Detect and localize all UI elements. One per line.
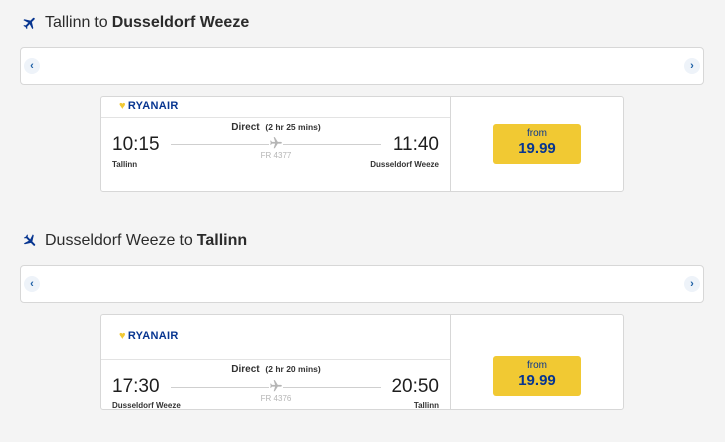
flight-duration: (2 hr 25 mins): [265, 122, 321, 132]
outbound-date-carousel: ‹ ›: [20, 47, 704, 85]
stops-label: Direct: [231, 364, 260, 375]
harp-icon: ♥: [119, 100, 126, 112]
outbound-airline-row: ♥ RYANAIR: [101, 97, 450, 118]
price-amount: 19.99: [518, 140, 556, 157]
flight-number: FR 4376: [260, 394, 292, 403]
outbound-prev-date-button[interactable]: ‹: [24, 58, 40, 74]
outbound-connector: to: [94, 14, 108, 31]
airline-logo: ♥ RYANAIR: [119, 100, 179, 112]
outbound-heading: Tallinn to Dusseldorf Weeze: [22, 12, 249, 34]
inbound-flight-card[interactable]: ♥ RYANAIR Direct (2 hr 20 mins) 17:30 Du…: [100, 314, 624, 410]
airplane-icon: [269, 136, 283, 150]
airline-name: RYANAIR: [127, 330, 179, 342]
outbound-destination: Dusseldorf Weeze: [111, 14, 250, 31]
arrival-city: Dusseldorf Weeze: [370, 160, 439, 169]
outbound-next-date-button[interactable]: ›: [684, 58, 700, 74]
arrival-time: 20:50: [391, 376, 439, 397]
arrival-city: Tallinn: [413, 401, 439, 410]
stops-label: Direct: [231, 122, 260, 133]
inbound-heading: Dusseldorf Weeze to Tallinn: [22, 230, 247, 252]
inbound-flight-details: ♥ RYANAIR Direct (2 hr 20 mins) 17:30 Du…: [101, 315, 451, 410]
price-from-label: from: [527, 128, 547, 139]
outbound-flight-card[interactable]: ♥ RYANAIR 10:15 Tallinn Direct (2 hr 25 …: [100, 96, 624, 192]
outbound-origin: Tallinn: [45, 14, 91, 31]
airplane-landing-icon: [23, 234, 36, 246]
departure-time: 17:30: [112, 376, 160, 397]
price-from-label: from: [527, 360, 547, 371]
route-info: Direct (2 hr 25 mins): [171, 122, 381, 133]
flight-number: FR 4377: [260, 151, 292, 160]
outbound-flight-details: ♥ RYANAIR 10:15 Tallinn Direct (2 hr 25 …: [101, 97, 451, 191]
harp-icon: ♥: [119, 330, 126, 342]
airplane-takeoff-icon: [23, 17, 35, 30]
inbound-airline-row: ♥ RYANAIR: [101, 315, 450, 360]
inbound-origin: Dusseldorf Weeze: [45, 232, 176, 249]
arrival-time: 11:40: [392, 134, 439, 155]
inbound-date-carousel: ‹ ›: [20, 265, 704, 303]
inbound-connector: to: [179, 232, 193, 249]
inbound-destination: Tallinn: [196, 232, 248, 249]
airline-logo: ♥ RYANAIR: [119, 330, 179, 342]
route-info: Direct (2 hr 20 mins): [171, 364, 381, 375]
inbound-prev-date-button[interactable]: ‹: [24, 276, 40, 292]
inbound-price-button[interactable]: from 19.99: [493, 356, 581, 396]
outbound-price-button[interactable]: from 19.99: [493, 124, 581, 164]
price-amount: 19.99: [518, 372, 556, 389]
airplane-icon: [269, 379, 283, 393]
flight-search-results: Tallinn to Dusseldorf Weeze ‹ › ♥ RYANAI…: [0, 0, 725, 442]
departure-city: Tallinn: [112, 160, 138, 169]
flight-duration: (2 hr 20 mins): [265, 364, 321, 374]
airline-name: RYANAIR: [127, 100, 179, 112]
departure-time: 10:15: [112, 134, 160, 155]
inbound-next-date-button[interactable]: ›: [684, 276, 700, 292]
